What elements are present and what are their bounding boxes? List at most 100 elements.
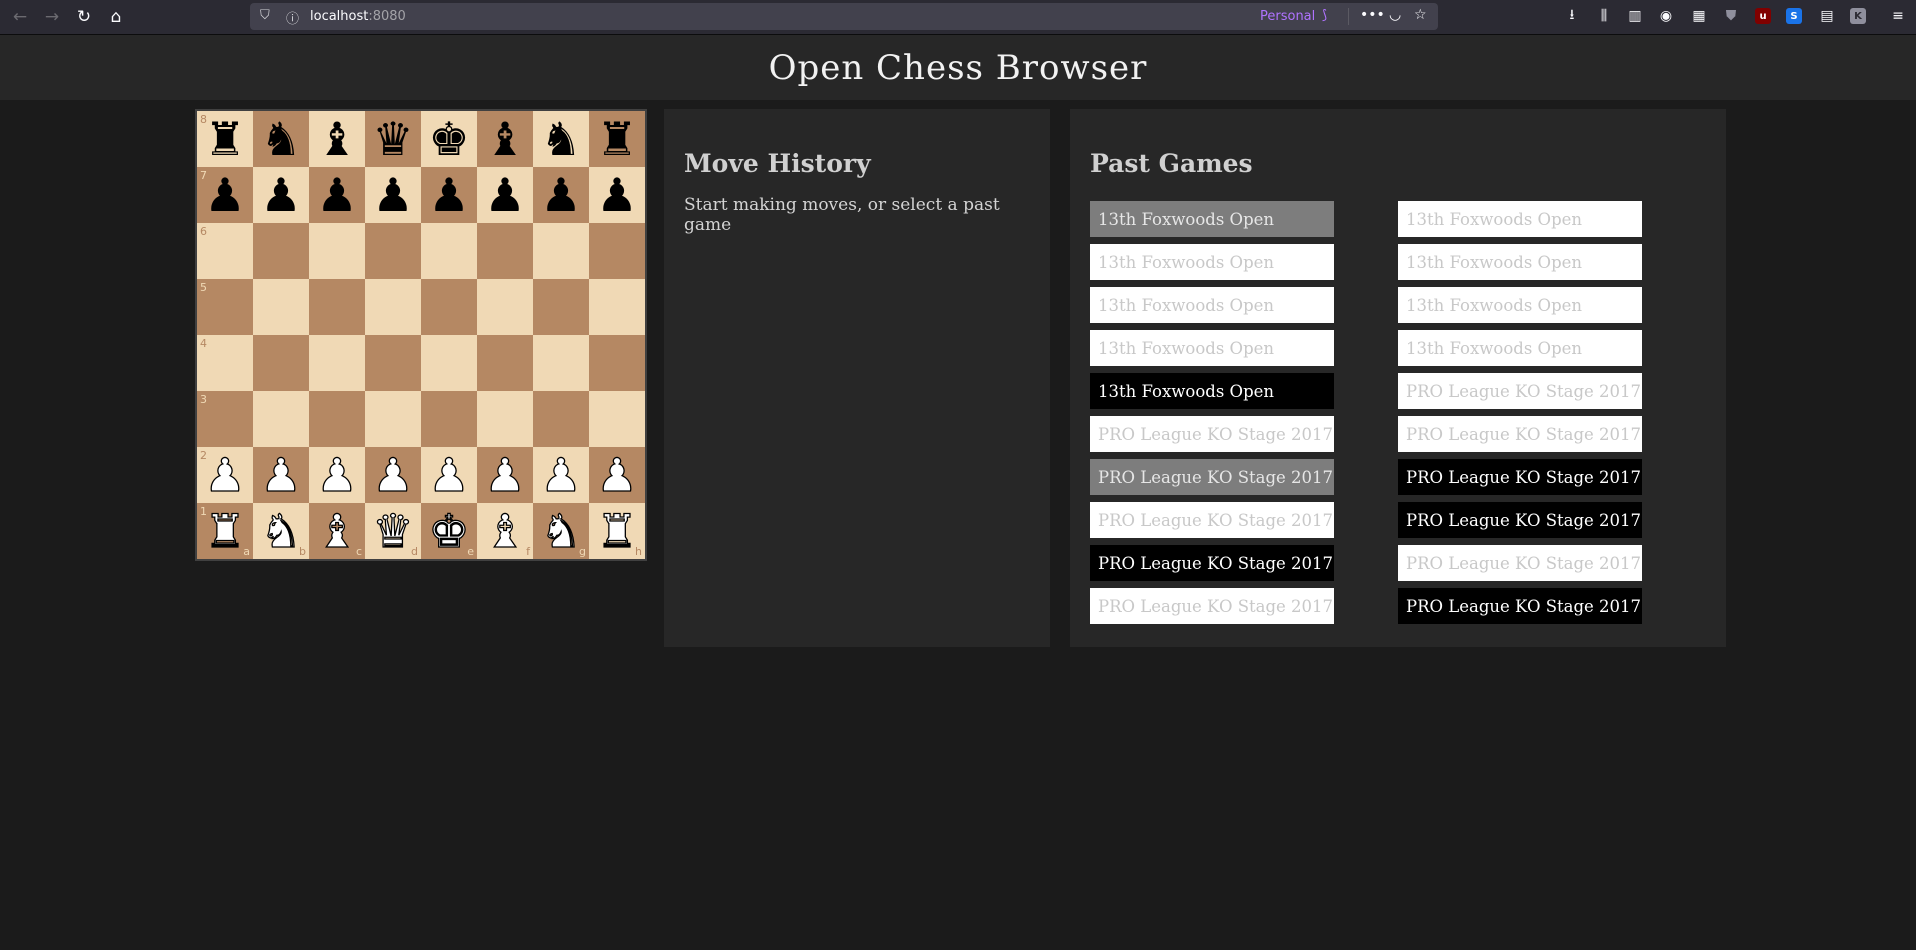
more-actions-icon[interactable]: ••• [1360,7,1385,23]
forward-button[interactable]: → [40,5,64,29]
square-f1[interactable]: ♝ f [477,503,533,559]
past-game-button[interactable]: PRO League KO Stage 2017 [1398,588,1642,624]
square-b2[interactable]: ♟ [253,447,309,503]
white-pawn-icon[interactable]: ♟ [204,451,247,498]
square-c4[interactable] [309,335,365,391]
square-c3[interactable] [309,391,365,447]
square-d7[interactable]: ♟ [365,167,421,223]
black-queen-icon[interactable]: ♛ [372,116,413,162]
extension-s-icon[interactable]: S [1786,8,1802,24]
past-game-button[interactable]: 13th Foxwoods Open [1090,330,1334,366]
square-d3[interactable] [365,391,421,447]
square-h7[interactable]: ♟ [589,167,645,223]
pocket-icon[interactable]: ◡ [1389,7,1401,23]
past-game-button[interactable]: 13th Foxwoods Open [1090,244,1334,280]
white-pawn-icon[interactable]: ♟ [372,451,415,498]
square-e5[interactable] [421,279,477,335]
black-knight-icon[interactable]: ♞ [540,116,581,162]
past-game-button[interactable]: PRO League KO Stage 2017 [1398,545,1642,581]
square-g2[interactable]: ♟ [533,447,589,503]
square-e4[interactable] [421,335,477,391]
square-h5[interactable] [589,279,645,335]
past-game-button[interactable]: PRO League KO Stage 2017 [1398,502,1642,538]
black-king-icon[interactable]: ♚ [428,116,469,162]
square-b3[interactable] [253,391,309,447]
square-a5[interactable]: 5 [197,279,253,335]
square-e7[interactable]: ♟ [421,167,477,223]
square-c5[interactable] [309,279,365,335]
past-game-button[interactable]: 13th Foxwoods Open [1398,244,1642,280]
downloads-icon[interactable]: ⭳ [1562,6,1582,26]
white-pawn-icon[interactable]: ♟ [540,451,583,498]
square-h6[interactable] [589,223,645,279]
square-b5[interactable] [253,279,309,335]
square-a1[interactable]: ♜ 1 a [197,503,253,559]
square-d1[interactable]: ♛ d [365,503,421,559]
black-pawn-icon[interactable]: ♟ [540,172,581,218]
white-pawn-icon[interactable]: ♟ [260,451,303,498]
square-c2[interactable]: ♟ [309,447,365,503]
square-g5[interactable] [533,279,589,335]
square-e3[interactable] [421,391,477,447]
white-pawn-icon[interactable]: ♟ [316,451,359,498]
home-button[interactable]: ⌂ [104,5,128,29]
square-h8[interactable]: ♜ [589,111,645,167]
square-f5[interactable] [477,279,533,335]
square-a6[interactable]: 6 [197,223,253,279]
white-queen-icon[interactable]: ♛ [372,507,415,554]
white-bishop-icon[interactable]: ♝ [484,507,527,554]
ublock-icon[interactable]: u [1755,8,1771,24]
square-g7[interactable]: ♟ [533,167,589,223]
past-game-button[interactable]: 13th Foxwoods Open [1090,201,1334,237]
black-bishop-icon[interactable]: ♝ [316,116,357,162]
square-c6[interactable] [309,223,365,279]
square-d4[interactable] [365,335,421,391]
past-game-button[interactable]: 13th Foxwoods Open [1398,201,1642,237]
black-pawn-icon[interactable]: ♟ [260,172,301,218]
past-game-button[interactable]: 13th Foxwoods Open [1090,373,1334,409]
shield-icon[interactable]: ⛉ [260,8,270,23]
square-h2[interactable]: ♟ [589,447,645,503]
square-g3[interactable] [533,391,589,447]
library-icon[interactable]: ⫼ [1594,6,1614,26]
square-c8[interactable]: ♝ [309,111,365,167]
square-a4[interactable]: 4 [197,335,253,391]
past-game-button[interactable]: PRO League KO Stage 2017 [1090,416,1334,452]
past-game-button[interactable]: PRO League KO Stage 2017 [1398,373,1642,409]
square-a2[interactable]: ♟ 2 [197,447,253,503]
square-d8[interactable]: ♛ [365,111,421,167]
square-b8[interactable]: ♞ [253,111,309,167]
square-f7[interactable]: ♟ [477,167,533,223]
chess-board[interactable]: ♜ 8 ♞ ♝ ♛ ♚ ♝ ♞ ♜ ♟ 7 ♟ ♟ ♟ ♟ ♟ ♟ ♟ 6 5 4 3 ♟ 2 ♟ ♟ ♟ ♟ ♟ ♟ ♟ ♜ 1 a ♞ b ♝ c ♛ d… [195,109,647,561]
account-avatar-icon[interactable]: ◉ [1656,6,1676,26]
square-e6[interactable] [421,223,477,279]
square-b1[interactable]: ♞ b [253,503,309,559]
square-a7[interactable]: ♟ 7 [197,167,253,223]
extension-shield-icon[interactable]: ⛊ [1721,6,1741,26]
square-b6[interactable] [253,223,309,279]
white-knight-icon[interactable]: ♞ [260,507,303,554]
url-text[interactable]: localhost:8080 [310,9,406,24]
past-game-button[interactable]: PRO League KO Stage 2017 [1090,545,1334,581]
bookmark-star-icon[interactable]: ☆ [1414,7,1427,23]
white-king-icon[interactable]: ♚ [428,507,471,554]
back-button[interactable]: ← [8,5,32,29]
square-f3[interactable] [477,391,533,447]
square-e8[interactable]: ♚ [421,111,477,167]
black-pawn-icon[interactable]: ♟ [204,172,245,218]
square-h4[interactable] [589,335,645,391]
past-game-button[interactable]: PRO League KO Stage 2017 [1090,502,1334,538]
black-rook-icon[interactable]: ♜ [596,116,637,162]
square-g1[interactable]: ♞ g [533,503,589,559]
white-knight-icon[interactable]: ♞ [540,507,583,554]
site-info-icon[interactable]: ⓘ [286,8,299,27]
square-f8[interactable]: ♝ [477,111,533,167]
square-a8[interactable]: ♜ 8 [197,111,253,167]
white-rook-icon[interactable]: ♜ [596,507,639,554]
past-game-button[interactable]: PRO League KO Stage 2017 [1398,416,1642,452]
black-rook-icon[interactable]: ♜ [204,116,245,162]
black-pawn-icon[interactable]: ♟ [372,172,413,218]
menu-icon[interactable]: ≡ [1888,6,1908,26]
square-f6[interactable] [477,223,533,279]
past-game-button[interactable]: PRO League KO Stage 2017 [1090,588,1334,624]
